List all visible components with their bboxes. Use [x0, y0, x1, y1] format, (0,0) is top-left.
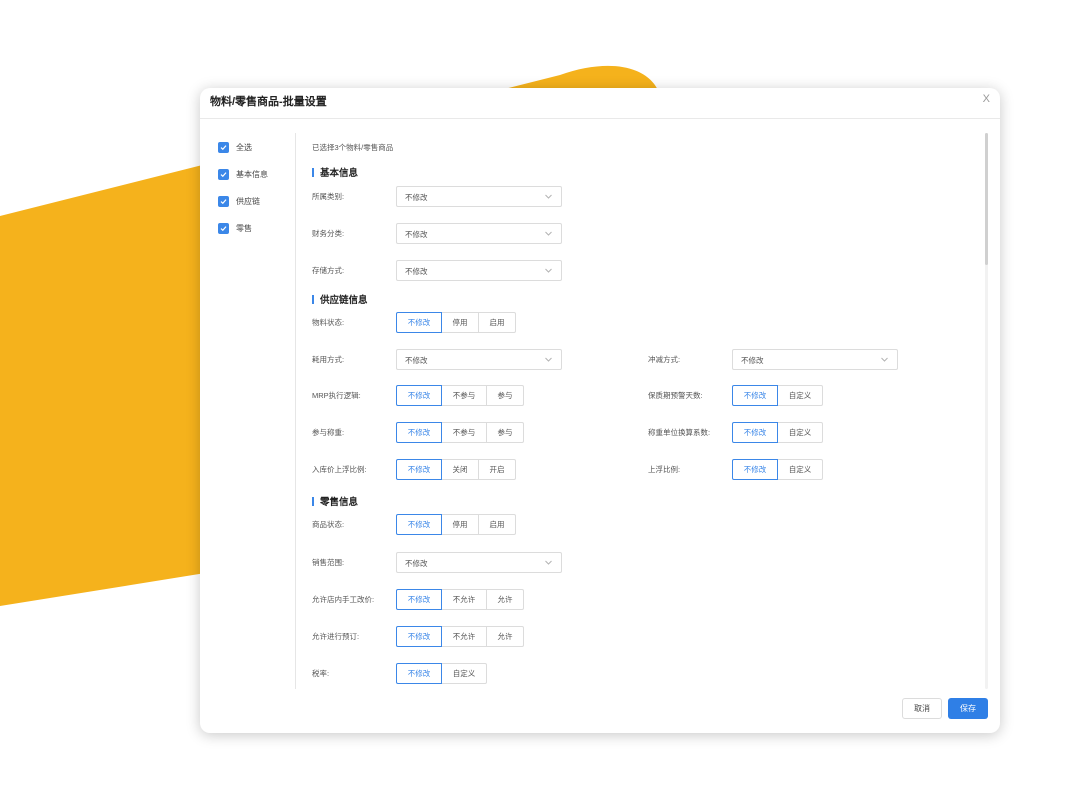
chevron-down-icon [545, 357, 552, 362]
float-ratio-label: 上浮比例: [648, 465, 681, 474]
option-not-allow[interactable]: 不允许 [441, 589, 487, 610]
sidebar-item-label: 供应链 [236, 196, 260, 206]
float-ratio-segmented: 不修改 自定义 [732, 459, 823, 480]
weigh-unit-factor-segmented: 不修改 自定义 [732, 422, 823, 443]
option-enable[interactable]: 启用 [478, 514, 516, 535]
sidebar-divider [295, 133, 296, 689]
finance-category-select[interactable]: 不修改 [396, 223, 562, 244]
option-disable[interactable]: 停用 [441, 312, 479, 333]
checkbox-checked-icon[interactable] [218, 195, 229, 207]
weigh-unit-factor-label: 称重单位换算系数: [648, 428, 711, 437]
sales-scope-label: 销售范围: [312, 558, 345, 567]
tax-rate-segmented: 不修改 自定义 [396, 663, 487, 684]
chevron-down-icon [545, 560, 552, 565]
material-status-label: 物料状态: [312, 318, 345, 327]
chevron-down-icon [545, 194, 552, 199]
option-not-participate[interactable]: 不参与 [441, 422, 487, 443]
inbound-float-segmented: 不修改 关闭 开启 [396, 459, 516, 480]
weighing-segmented: 不修改 不参与 参与 [396, 422, 524, 443]
option-on[interactable]: 开启 [478, 459, 516, 480]
option-no-change[interactable]: 不修改 [396, 422, 442, 443]
offset-mode-select[interactable]: 不修改 [732, 349, 898, 370]
option-participate[interactable]: 参与 [486, 422, 524, 443]
sidebar-item-label: 基本信息 [236, 169, 268, 179]
option-no-change[interactable]: 不修改 [732, 459, 778, 480]
checkbox-checked-icon[interactable] [218, 222, 229, 234]
option-not-participate[interactable]: 不参与 [441, 385, 487, 406]
section-title-supply: 供应链信息 [312, 292, 368, 306]
option-custom[interactable]: 自定义 [777, 422, 823, 443]
chevron-down-icon [545, 231, 552, 236]
option-enable[interactable]: 启用 [478, 312, 516, 333]
option-custom[interactable]: 自定义 [777, 385, 823, 406]
reservation-label: 允许进行预订: [312, 632, 360, 641]
sidebar-item-label: 零售 [236, 223, 252, 233]
option-custom[interactable]: 自定义 [441, 663, 487, 684]
scrollbar-thumb[interactable] [985, 133, 988, 265]
manual-price-label: 允许店内手工改价: [312, 595, 375, 604]
checkbox-checked-icon[interactable] [218, 168, 229, 180]
shelf-warning-label: 保质期预警天数: [648, 391, 703, 400]
offset-mode-label: 冲减方式: [648, 355, 681, 364]
selected-count-text: 已选择3个物料/零售商品 [312, 143, 394, 152]
option-no-change[interactable]: 不修改 [396, 385, 442, 406]
sidebar-item-basic-info[interactable]: 基本信息 [218, 167, 288, 181]
settings-form: 已选择3个物料/零售商品 基本信息 所属类别: 不修改 财务分类: 不修改 存储… [312, 88, 982, 692]
option-not-allow[interactable]: 不允许 [441, 626, 487, 647]
tax-rate-label: 税率: [312, 669, 330, 678]
manual-price-segmented: 不修改 不允许 允许 [396, 589, 524, 610]
option-no-change[interactable]: 不修改 [732, 385, 778, 406]
goods-status-label: 商品状态: [312, 520, 345, 529]
option-no-change[interactable]: 不修改 [396, 663, 442, 684]
shelf-warning-segmented: 不修改 自定义 [732, 385, 823, 406]
section-title-retail: 零售信息 [312, 494, 358, 508]
option-participate[interactable]: 参与 [486, 385, 524, 406]
option-disable[interactable]: 停用 [441, 514, 479, 535]
dialog-title: 物料/零售商品-批量设置 [210, 96, 327, 108]
reservation-segmented: 不修改 不允许 允许 [396, 626, 524, 647]
option-no-change[interactable]: 不修改 [396, 459, 442, 480]
vertical-scrollbar[interactable] [985, 133, 988, 689]
option-allow[interactable]: 允许 [486, 589, 524, 610]
sidebar-item-label: 全选 [236, 142, 252, 152]
usage-mode-label: 耗用方式: [312, 355, 345, 364]
option-no-change[interactable]: 不修改 [396, 312, 442, 333]
category-select[interactable]: 不修改 [396, 186, 562, 207]
category-label: 所属类别: [312, 192, 345, 201]
option-no-change[interactable]: 不修改 [396, 514, 442, 535]
material-status-segmented: 不修改 停用 启用 [396, 312, 516, 333]
option-off[interactable]: 关闭 [441, 459, 479, 480]
chevron-down-icon [881, 357, 888, 362]
cancel-button[interactable]: 取消 [902, 698, 942, 719]
sales-scope-select[interactable]: 不修改 [396, 552, 562, 573]
sidebar-item-retail[interactable]: 零售 [218, 221, 288, 235]
option-no-change[interactable]: 不修改 [396, 589, 442, 610]
mrp-logic-segmented: 不修改 不参与 参与 [396, 385, 524, 406]
inbound-float-label: 入库价上浮比例: [312, 465, 367, 474]
option-no-change[interactable]: 不修改 [732, 422, 778, 443]
section-title-basic: 基本信息 [312, 165, 358, 179]
sidebar-item-supply-chain[interactable]: 供应链 [218, 194, 288, 208]
mrp-logic-label: MRP执行逻辑: [312, 391, 361, 400]
option-allow[interactable]: 允许 [486, 626, 524, 647]
usage-mode-select[interactable]: 不修改 [396, 349, 562, 370]
save-button[interactable]: 保存 [948, 698, 988, 719]
finance-category-label: 财务分类: [312, 229, 345, 238]
checkbox-checked-icon[interactable] [218, 141, 229, 153]
option-custom[interactable]: 自定义 [777, 459, 823, 480]
option-no-change[interactable]: 不修改 [396, 626, 442, 647]
chevron-down-icon [545, 268, 552, 273]
weighing-label: 参与称重: [312, 428, 345, 437]
sidebar-item-select-all[interactable]: 全选 [218, 140, 288, 154]
batch-settings-dialog: 物料/零售商品-批量设置 X 全选 基本信息 供应链 零售 已选择3个物料/零售… [200, 88, 1000, 733]
close-icon[interactable]: X [983, 93, 990, 105]
storage-select[interactable]: 不修改 [396, 260, 562, 281]
goods-status-segmented: 不修改 停用 启用 [396, 514, 516, 535]
storage-label: 存储方式: [312, 266, 345, 275]
